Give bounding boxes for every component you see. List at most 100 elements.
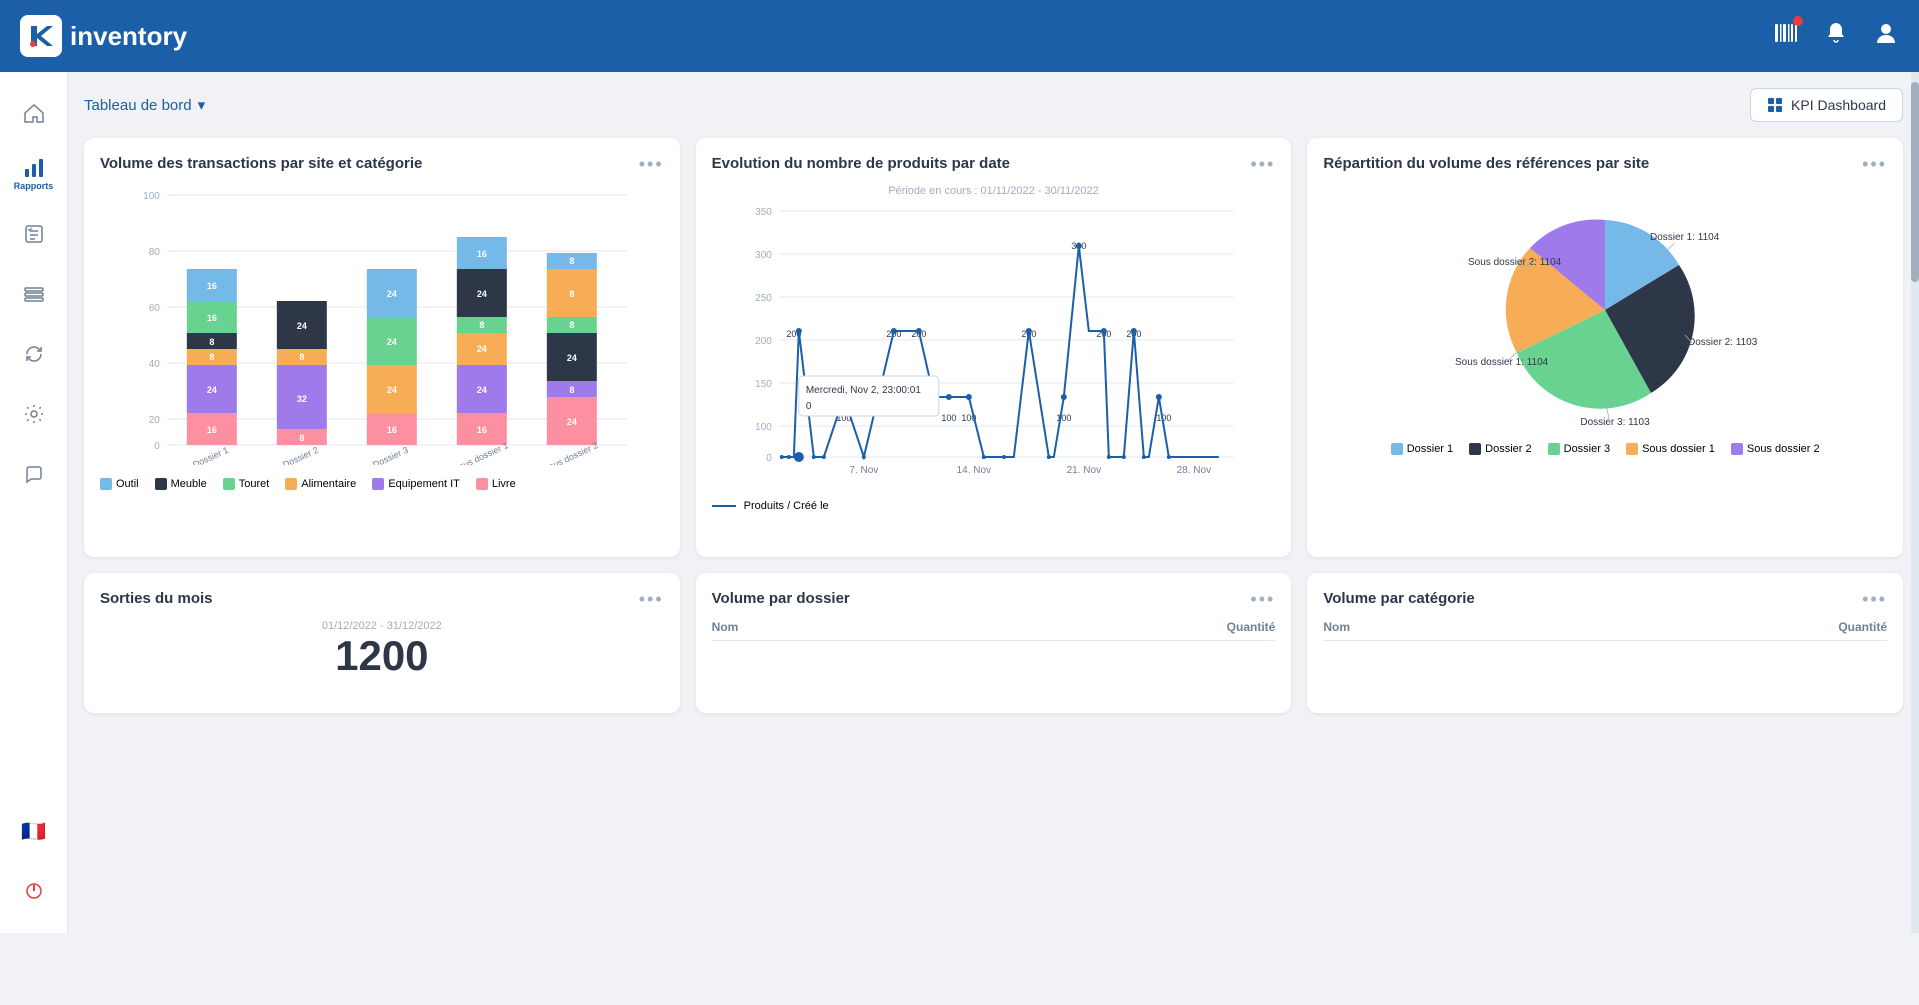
sidebar-item-inventory[interactable] [8,268,60,320]
pie-chart-legend: Dossier 1 Dossier 2 Dossier 3 Sous dossi… [1391,443,1820,455]
volume-dossier-menu[interactable]: ••• [1250,589,1275,610]
legend-meuble: Meuble [155,478,207,490]
breadcrumb-text: Tableau de bord [84,97,192,114]
svg-text:20: 20 [149,415,161,426]
pie-legend-label-s1: Sous dossier 1 [1642,443,1715,455]
bar-chart-legend: Outil Meuble Touret Alimentaire [100,478,664,490]
line-chart-menu[interactable]: ••• [1250,154,1275,175]
svg-text:0: 0 [766,453,772,464]
breadcrumb[interactable]: Tableau de bord ▾ [84,96,205,114]
line-chart-container: 350 300 250 200 150 100 0 7. [712,201,1276,541]
svg-text:Dossier 2: 1103: Dossier 2: 1103 [1688,337,1758,348]
sidebar-item-tasks[interactable] [8,208,60,260]
barcode-icon[interactable] [1773,20,1799,52]
legend-label-outil: Outil [116,478,139,490]
svg-text:200: 200 [755,336,772,347]
legend-dot-alimentaire [285,478,297,490]
line-chart-legend: Produits / Créé le [712,500,1276,512]
sorties-menu[interactable]: ••• [639,589,664,610]
legend-label-equipement-it: Equipement IT [388,478,460,490]
pie-legend-sous1: Sous dossier 1 [1626,443,1715,455]
sidebar-item-support[interactable] [8,448,60,500]
sorties-card: Sorties du mois ••• 01/12/2022 - 31/12/2… [84,573,680,713]
svg-text:8: 8 [569,385,574,395]
legend-touret: Touret [223,478,270,490]
svg-text:24: 24 [477,385,487,395]
sorties-date: 01/12/2022 - 31/12/2022 [100,620,664,632]
legend-label-alimentaire: Alimentaire [301,478,356,490]
kpi-dashboard-button[interactable]: KPI Dashboard [1750,88,1903,122]
volume-categorie-title: Volume par catégorie [1323,589,1474,609]
scroll-thumb[interactable] [1911,82,1919,282]
pie-legend-label-d2: Dossier 2 [1485,443,1531,455]
legend-dot-meuble [155,478,167,490]
svg-text:16: 16 [207,313,217,323]
barcode-badge [1793,16,1803,26]
svg-text:Dossier 3: Dossier 3 [371,445,410,465]
svg-text:100: 100 [941,413,956,423]
svg-text:Dossier 3: 1103: Dossier 3: 1103 [1581,417,1651,428]
svg-text:14. Nov: 14. Nov [956,465,990,476]
sidebar-item-flag[interactable]: 🇫🇷 [8,805,60,857]
pie-legend-dot-s2 [1731,443,1743,455]
bell-icon[interactable] [1823,20,1849,52]
svg-text:8: 8 [569,320,574,330]
pie-legend-dot-d2 [1469,443,1481,455]
svg-text:60: 60 [149,303,161,314]
bar-chart-menu[interactable]: ••• [639,154,664,175]
svg-text:16: 16 [207,281,217,291]
svg-text:Mercredi, Nov 2, 23:00:01: Mercredi, Nov 2, 23:00:01 [805,385,920,396]
pie-legend-dot-s1 [1626,443,1638,455]
svg-text:28. Nov: 28. Nov [1176,465,1210,476]
sidebar-item-settings[interactable] [8,388,60,440]
svg-text:250: 250 [755,293,772,304]
pie-chart-menu[interactable]: ••• [1862,154,1887,175]
header: inventory [0,0,1919,72]
line-chart-legend-label: Produits / Créé le [744,500,829,512]
volume-categorie-col-name: Nom [1323,620,1350,634]
legend-label-meuble: Meuble [171,478,207,490]
charts-row: Volume des transactions par site et caté… [84,138,1903,557]
sidebar-item-refresh[interactable] [8,328,60,380]
sorties-header: Sorties du mois ••• [100,589,664,610]
sidebar-item-power[interactable] [8,865,60,917]
svg-text:Dossier 1: Dossier 1 [191,445,230,465]
bar-chart-header: Volume des transactions par site et caté… [100,154,664,175]
svg-text:8: 8 [209,352,214,362]
header-actions [1773,20,1899,52]
volume-categorie-menu[interactable]: ••• [1862,589,1887,610]
svg-text:24: 24 [207,385,217,395]
sidebar-item-reports[interactable]: Rapports [8,148,60,200]
breadcrumb-chevron: ▾ [198,96,206,114]
pie-legend-dot-d3 [1548,443,1560,455]
bar-chart-title: Volume des transactions par site et caté… [100,154,422,174]
svg-text:8: 8 [569,289,574,299]
logo-k [20,15,62,57]
svg-text:350: 350 [755,207,772,218]
svg-text:21. Nov: 21. Nov [1066,465,1100,476]
legend-dot-touret [223,478,235,490]
scroll-track[interactable] [1911,72,1919,933]
pie-chart-title: Répartition du volume des références par… [1323,154,1649,174]
line-chart-header: Evolution du nombre de produits par date… [712,154,1276,175]
legend-dot-outil [100,478,112,490]
svg-text:Dossier 2: Dossier 2 [281,445,320,465]
svg-text:0: 0 [805,401,811,412]
bar-chart-svg: 100 80 60 40 20 0 16 [100,185,664,465]
sidebar-item-home[interactable] [8,88,60,140]
svg-text:100: 100 [143,191,160,202]
svg-text:16: 16 [477,425,487,435]
svg-text:80: 80 [149,247,161,258]
volume-dossier-card: Volume par dossier ••• Nom Quantité [696,573,1292,713]
svg-text:8: 8 [569,256,574,266]
legend-alimentaire: Alimentaire [285,478,356,490]
pie-legend-label-d1: Dossier 1 [1407,443,1453,455]
legend-line-icon [712,505,736,507]
legend-dot-equipement-it [372,478,384,490]
legend-equipement-it: Equipement IT [372,478,460,490]
user-icon[interactable] [1873,20,1899,52]
svg-text:Sous dossier 1: 1104: Sous dossier 1: 1104 [1455,357,1549,368]
bottom-cards-row: Sorties du mois ••• 01/12/2022 - 31/12/2… [84,573,1903,713]
volume-dossier-header: Volume par dossier ••• [712,589,1276,610]
sidebar-reports-label: Rapports [14,181,54,191]
